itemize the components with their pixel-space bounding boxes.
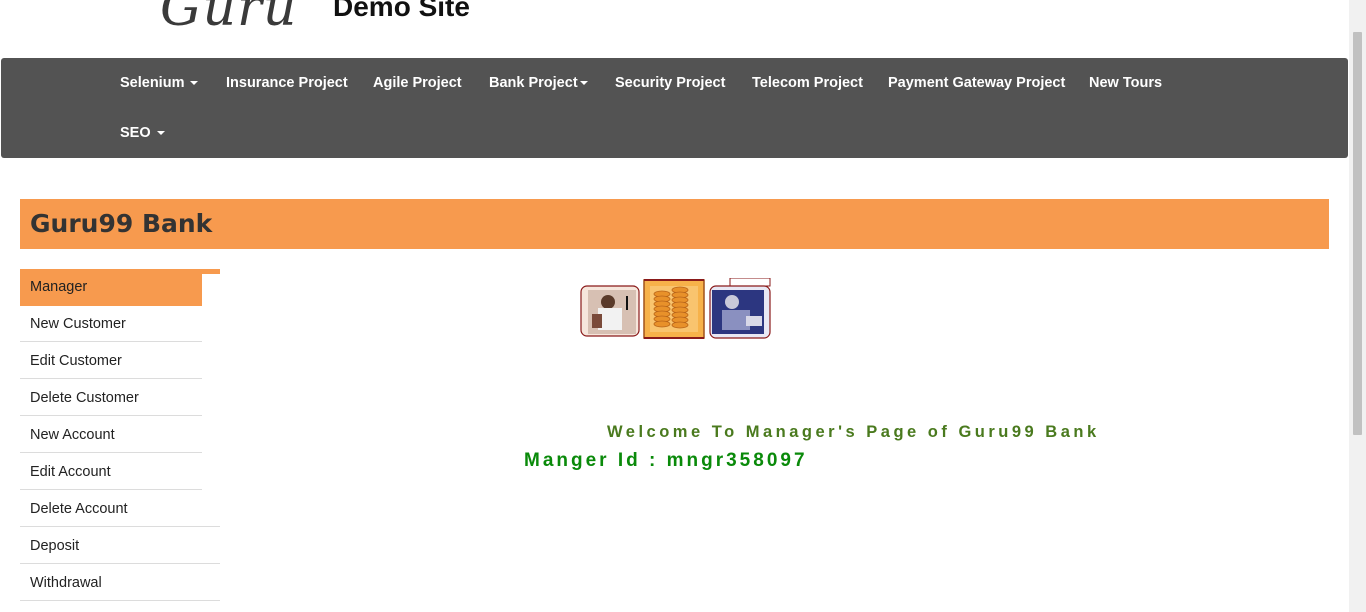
sidebar-item-edit-account[interactable]: Edit Account (20, 454, 202, 490)
welcome-message: Welcome To Manager's Page of Guru99 Bank (607, 423, 1100, 441)
nav-item-payment-gateway-project[interactable]: Payment Gateway Project (888, 58, 1065, 108)
manager-id-text: Manger Id : mngr358097 (524, 450, 808, 471)
bank-banner-image (580, 277, 772, 340)
nav-item-label: New Tours (1089, 75, 1163, 91)
sidebar-item-label: New Customer (30, 316, 126, 332)
sidebar-item-label: Delete Customer (30, 390, 139, 406)
top-navbar: Selenium Insurance Project Agile Project… (1, 58, 1348, 158)
caret-down-icon (190, 81, 199, 86)
guru99-logo[interactable]: Guru (160, 0, 297, 38)
scrollbar-thumb[interactable] (1353, 32, 1362, 435)
bank-title: Guru99 Bank (30, 209, 213, 238)
sidebar-item-deposit[interactable]: Deposit (20, 528, 220, 564)
sidebar-item-label: Manager (30, 279, 88, 295)
nav-item-telecom-project[interactable]: Telecom Project (752, 58, 863, 108)
nav-item-seo[interactable]: SEO (120, 108, 165, 158)
nav-item-label: Security Project (615, 75, 726, 91)
banner-graphic (580, 277, 771, 339)
sidebar-item-manager[interactable]: Manager (20, 269, 202, 306)
nav-item-label: Telecom Project (752, 75, 863, 91)
sidebar-item-new-customer[interactable]: New Customer (20, 306, 202, 342)
bank-header-bar: Guru99 Bank (20, 199, 1329, 249)
sidebar-item-label: Deposit (30, 538, 80, 554)
nav-item-label: Payment Gateway Project (888, 75, 1066, 91)
caret-down-icon (579, 81, 588, 86)
nav-item-security-project[interactable]: Security Project (615, 58, 725, 108)
sidebar-item-new-account[interactable]: New Account (20, 417, 202, 453)
sidebar-item-delete-account[interactable]: Delete Account (20, 491, 220, 527)
nav-item-selenium[interactable]: Selenium (120, 58, 199, 108)
sidebar-item-delete-customer[interactable]: Delete Customer (20, 380, 202, 416)
nav-item-label: Selenium (120, 75, 185, 91)
nav-item-agile-project[interactable]: Agile Project (373, 58, 462, 108)
sidebar-item-label: New Account (30, 427, 115, 443)
nav-item-bank-project[interactable]: Bank Project (489, 58, 588, 108)
navbar-row-1: Selenium Insurance Project Agile Project… (1, 58, 1348, 108)
site-title: Demo Site (333, 0, 470, 22)
nav-item-label: Agile Project (373, 75, 462, 91)
sidebar-item-label: Delete Account (30, 501, 128, 517)
nav-item-insurance-project[interactable]: Insurance Project (226, 58, 348, 108)
sidebar-item-label: Edit Account (30, 464, 111, 480)
sidebar-item-edit-customer[interactable]: Edit Customer (20, 343, 202, 379)
nav-item-label: Bank Project (489, 75, 578, 91)
caret-down-icon (156, 131, 165, 136)
navbar-row-2: SEO (1, 108, 1348, 158)
nav-item-label: SEO (120, 125, 151, 141)
sidebar-item-withdrawal[interactable]: Withdrawal (20, 565, 220, 601)
sidebar-item-label: Withdrawal (30, 575, 102, 591)
sidebar-item-label: Edit Customer (30, 353, 122, 369)
nav-item-label: Insurance Project (226, 75, 348, 91)
nav-item-new-tours[interactable]: New Tours (1089, 58, 1162, 108)
page-scrollbar[interactable] (1349, 0, 1366, 612)
